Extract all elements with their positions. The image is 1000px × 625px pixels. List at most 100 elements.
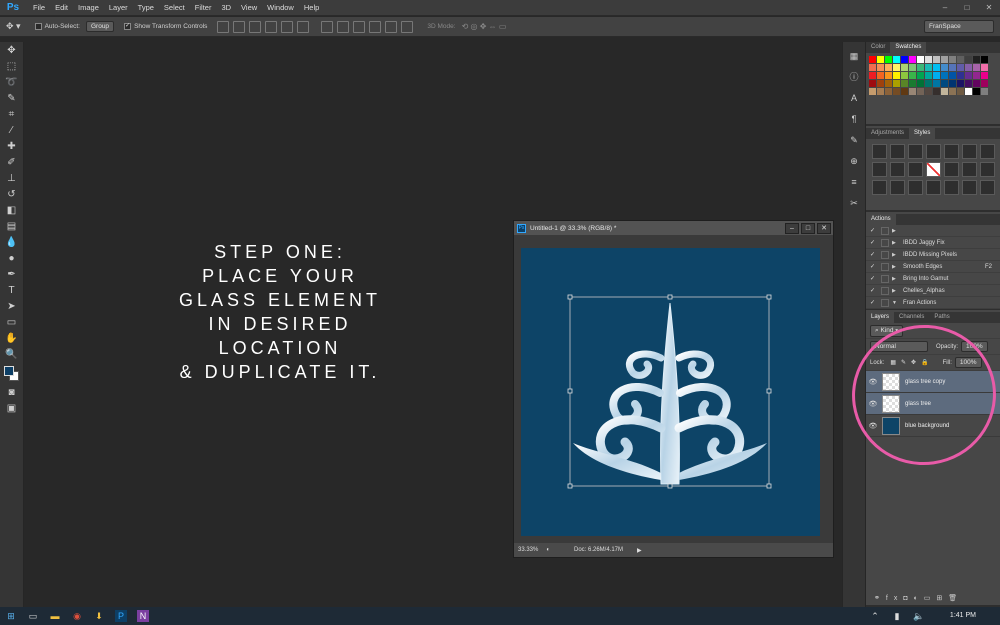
color-swatch[interactable] bbox=[957, 64, 964, 71]
pen-tool-icon[interactable]: ✒ bbox=[4, 268, 20, 282]
tab-swatches[interactable]: Swatches bbox=[890, 42, 927, 53]
volume-icon[interactable]: 🔈 bbox=[913, 610, 925, 622]
styles-grid[interactable] bbox=[866, 139, 1000, 200]
color-swatch[interactable] bbox=[909, 72, 916, 79]
menu-window[interactable]: Window bbox=[262, 3, 299, 12]
color-swatch[interactable] bbox=[877, 56, 884, 63]
windows-start-icon[interactable]: ⊞ bbox=[5, 610, 17, 622]
action-dialog-toggle[interactable] bbox=[881, 298, 889, 307]
style-preset[interactable] bbox=[908, 162, 923, 177]
lock-transparent-icon[interactable]: ▦ bbox=[890, 359, 896, 366]
color-swatch[interactable] bbox=[949, 80, 956, 87]
layer-row[interactable]: 👁 blue background bbox=[866, 415, 1000, 437]
color-swatch[interactable] bbox=[901, 88, 908, 95]
kind-filter-select[interactable]: ⌕ Kind ▾ bbox=[870, 324, 904, 337]
lasso-tool-icon[interactable]: ➰ bbox=[4, 76, 20, 90]
opacity-input[interactable]: 100% bbox=[961, 341, 988, 352]
menu-help[interactable]: Help bbox=[299, 3, 324, 12]
color-swatch[interactable] bbox=[877, 64, 884, 71]
action-dialog-toggle[interactable] bbox=[881, 286, 889, 295]
distribute-hcenter-icon[interactable] bbox=[385, 20, 398, 33]
style-preset[interactable] bbox=[944, 180, 959, 195]
auto-select-checkbox[interactable] bbox=[34, 23, 42, 30]
style-preset[interactable] bbox=[908, 144, 923, 159]
document-window[interactable]: Ps Untitled-1 @ 33.3% (RGB/8) * – □ ✕ 33… bbox=[513, 220, 834, 558]
color-swatch[interactable] bbox=[965, 72, 972, 79]
distribute-left-icon[interactable] bbox=[369, 20, 382, 33]
color-swatch[interactable] bbox=[893, 64, 900, 71]
foreground-color-swatch[interactable] bbox=[3, 366, 14, 376]
action-row[interactable]: ✓ ▶ IBDD Jaggy Fix bbox=[866, 237, 1000, 249]
zoom-level[interactable]: 33.33% bbox=[518, 547, 538, 553]
action-check-icon[interactable]: ✓ bbox=[870, 287, 878, 294]
style-preset[interactable] bbox=[980, 162, 995, 177]
delete-layer-icon[interactable]: 🗑 bbox=[948, 595, 963, 602]
style-preset[interactable] bbox=[926, 144, 941, 159]
color-swatch[interactable] bbox=[941, 64, 948, 71]
action-row[interactable]: ✓ ▶ Bring Into Gamut bbox=[866, 273, 1000, 285]
style-preset[interactable] bbox=[890, 162, 905, 177]
taskbar-clock[interactable]: 1:41 PM bbox=[950, 607, 976, 625]
color-swatch[interactable] bbox=[965, 88, 972, 95]
color-swatch[interactable] bbox=[957, 56, 964, 63]
glass-tree-artwork[interactable] bbox=[521, 248, 820, 536]
brush-presets-icon[interactable]: ✎ bbox=[847, 133, 861, 147]
color-swatch[interactable] bbox=[869, 72, 876, 79]
style-preset[interactable] bbox=[962, 180, 977, 195]
workspace-select[interactable]: FranSpace bbox=[924, 20, 994, 33]
align-right-icon[interactable] bbox=[297, 20, 310, 33]
crop-tool-icon[interactable]: ⌗ bbox=[4, 108, 20, 122]
color-swatch[interactable] bbox=[901, 80, 908, 87]
color-swatch[interactable] bbox=[981, 72, 988, 79]
action-check-icon[interactable]: ✓ bbox=[870, 251, 878, 258]
tab-color[interactable]: Color bbox=[866, 42, 890, 53]
network-icon[interactable]: ▮ bbox=[891, 610, 903, 622]
action-expand-icon[interactable]: ▶ bbox=[892, 288, 900, 294]
style-preset[interactable] bbox=[980, 180, 995, 195]
download-icon[interactable]: ⬇ bbox=[93, 610, 105, 622]
color-swatch[interactable] bbox=[981, 56, 988, 63]
color-swatch[interactable] bbox=[909, 64, 916, 71]
style-preset[interactable] bbox=[980, 144, 995, 159]
menu-select[interactable]: Select bbox=[159, 3, 190, 12]
healing-tool-icon[interactable]: ✚ bbox=[4, 140, 20, 154]
maximize-icon[interactable]: □ bbox=[956, 0, 978, 16]
distribute-vcenter-icon[interactable] bbox=[337, 20, 350, 33]
color-swatch[interactable] bbox=[981, 64, 988, 71]
move-tool-icon[interactable]: ✥ ▾ bbox=[6, 21, 21, 32]
action-check-icon[interactable]: ✓ bbox=[870, 299, 878, 306]
color-swatch[interactable] bbox=[893, 56, 900, 63]
menu-image[interactable]: Image bbox=[73, 3, 104, 12]
status-menu-icon[interactable]: ◐ bbox=[546, 547, 550, 553]
doc-maximize-icon[interactable]: □ bbox=[801, 222, 815, 234]
style-preset[interactable] bbox=[944, 162, 959, 177]
menu-layer[interactable]: Layer bbox=[104, 3, 133, 12]
color-swatch[interactable] bbox=[877, 88, 884, 95]
layer-row[interactable]: 👁 glass tree bbox=[866, 393, 1000, 415]
show-transform-checkbox[interactable] bbox=[124, 23, 132, 30]
action-check-icon[interactable]: ✓ bbox=[870, 239, 878, 246]
color-swatch[interactable] bbox=[917, 56, 924, 63]
color-swatch[interactable] bbox=[941, 72, 948, 79]
action-row[interactable]: ✓ ▶ bbox=[866, 225, 1000, 237]
action-row[interactable]: ✓ ▶ IBDD Missing Pixels bbox=[866, 249, 1000, 261]
color-swatch[interactable] bbox=[901, 56, 908, 63]
color-swatch[interactable] bbox=[925, 72, 932, 79]
paragraph-icon[interactable]: ¶ bbox=[847, 112, 861, 126]
color-swatch[interactable] bbox=[973, 64, 980, 71]
style-preset[interactable] bbox=[926, 162, 941, 177]
action-expand-icon[interactable]: ▶ bbox=[892, 252, 900, 258]
task-view-icon[interactable]: ▭ bbox=[27, 610, 39, 622]
color-swatch[interactable] bbox=[925, 88, 932, 95]
marquee-tool-icon[interactable]: ⬚ bbox=[4, 60, 20, 74]
color-swatch[interactable] bbox=[885, 80, 892, 87]
tab-channels[interactable]: Channels bbox=[894, 312, 929, 323]
color-swatch[interactable] bbox=[917, 64, 924, 71]
color-swatch[interactable] bbox=[877, 72, 884, 79]
close-icon[interactable]: ✕ bbox=[978, 0, 1000, 16]
distribute-bottom-icon[interactable] bbox=[353, 20, 366, 33]
color-swatch[interactable] bbox=[965, 64, 972, 71]
tab-styles[interactable]: Styles bbox=[909, 128, 936, 139]
style-preset[interactable] bbox=[908, 180, 923, 195]
eyedropper-tool-icon[interactable]: ⁄ bbox=[4, 124, 20, 138]
